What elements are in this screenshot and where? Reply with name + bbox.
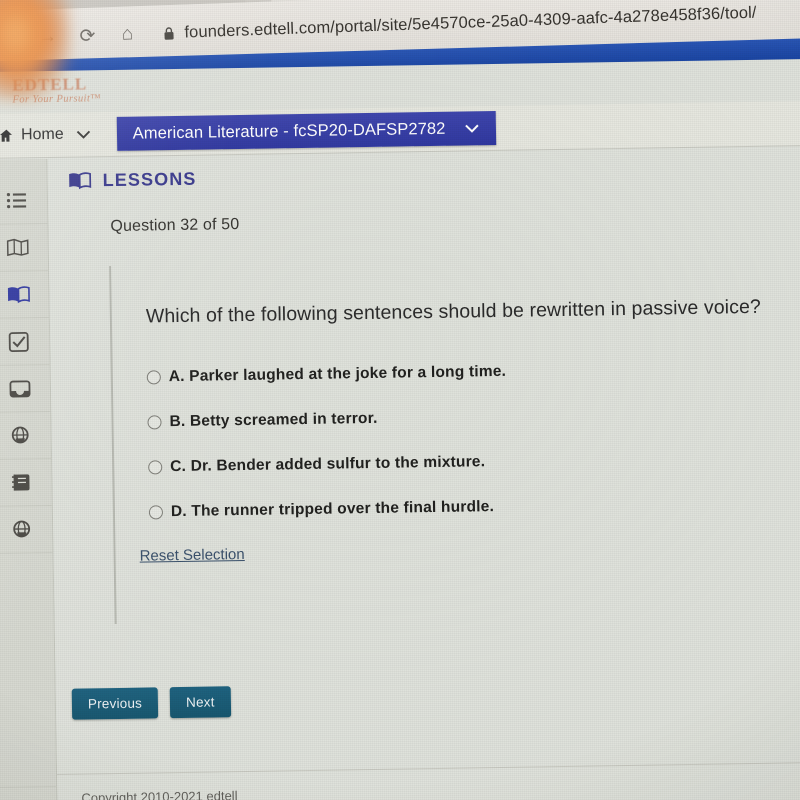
page-title: LESSONS [102,168,197,191]
answer-option-b-label: B. Betty screamed in terror. [169,409,378,431]
back-button[interactable]: ← [0,21,25,56]
answer-option-d-label: D. The runner tripped over the final hur… [170,498,495,521]
site-tab-chevron-down-icon[interactable] [463,123,479,133]
browser-home-button[interactable]: ⌂ [110,17,145,52]
panel-left-rule [109,266,117,625]
tool-header: LESSONS [68,169,197,192]
answer-option-a[interactable]: A. Parker laughed at the joke for a long… [146,353,800,391]
answer-option-b[interactable]: B. Betty screamed in terror. [147,398,800,436]
radio-button-a[interactable] [146,370,161,385]
active-site-tab[interactable]: American Literature - fcSP20-DAFSP2782 [116,110,496,151]
screen-photo: Edtell Sakai : American Literatur ✕ What… [0,0,800,800]
next-button[interactable]: Next [169,686,231,719]
sidebar-item-tests-and-quizzes[interactable] [0,318,50,366]
radio-button-b[interactable] [147,415,162,430]
gradebook-icon [11,474,30,491]
nav-home-label: Home [20,125,64,144]
home-icon [0,129,12,142]
sidebar-item-lessons[interactable] [0,271,49,319]
reset-selection-link[interactable]: Reset Selection [139,546,244,565]
answer-option-a-label: A. Parker laughed at the joke for a long… [168,362,507,386]
pager-controls: Previous Next [71,686,231,720]
sidebar-item-messages[interactable] [0,365,51,413]
sidebar-item-syllabus[interactable] [0,177,48,225]
lock-icon [164,26,174,40]
sidebar-item-web-content[interactable] [0,411,52,460]
open-book-icon [7,285,30,303]
sidebar-item-modules[interactable] [0,224,49,272]
answer-option-d[interactable]: D. The runner tripped over the final hur… [148,488,800,526]
nav-home-chevron-down-icon[interactable] [76,129,91,139]
answer-option-c[interactable]: C. Dr. Bender added sulfur to the mixtur… [148,443,800,481]
active-site-tab-label: American Literature - fcSP20-DAFSP2782 [132,119,446,143]
sidebar-item-resources[interactable] [0,505,53,554]
radio-button-c[interactable] [148,460,163,475]
nav-home-link[interactable]: Home [0,126,64,145]
question-text: Which of the following sentences should … [145,295,762,328]
map-book-icon [6,238,29,257]
inbox-icon [8,379,30,397]
brand-logo[interactable]: EDTELL For Your Pursuit™ [12,74,243,112]
globe-icon [13,520,31,537]
open-book-icon [69,172,92,190]
page-body: EDTELL For Your Pursuit™ Home American L… [0,58,800,800]
brand-logo-tagline: For Your Pursuit™ [12,93,102,106]
main-content: LESSONS Question 32 of 50 Which of the f… [47,146,800,800]
sidebar-item-gradebook[interactable] [0,458,52,507]
copyright-text: Copyright 2010-2021 edtell [81,788,238,800]
footer-divider [57,761,800,775]
question-panel: Which of the following sentences should … [109,255,800,636]
forward-button[interactable]: → [30,20,65,55]
checkbox-icon [8,331,29,352]
address-bar-url: founders.edtell.com/portal/site/5e4570ce… [184,3,757,42]
answer-option-c-label: C. Dr. Bender added sulfur to the mixtur… [170,453,486,476]
list-icon [6,193,26,209]
question-counter: Question 32 of 50 [110,216,240,236]
radio-button-d[interactable] [148,505,164,520]
reload-button[interactable]: ⟳ [70,18,105,53]
sidebar-expand-button[interactable]: » [0,785,58,800]
previous-button[interactable]: Previous [71,687,159,720]
globe-icon [11,426,29,443]
answer-options: A. Parker laughed at the joke for a long… [146,353,800,543]
